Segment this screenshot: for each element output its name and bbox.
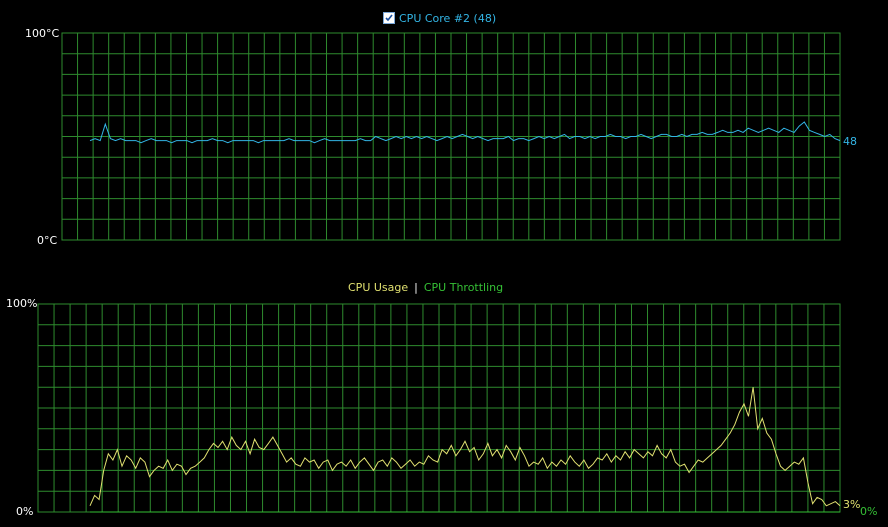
charts-surface <box>37 32 841 513</box>
